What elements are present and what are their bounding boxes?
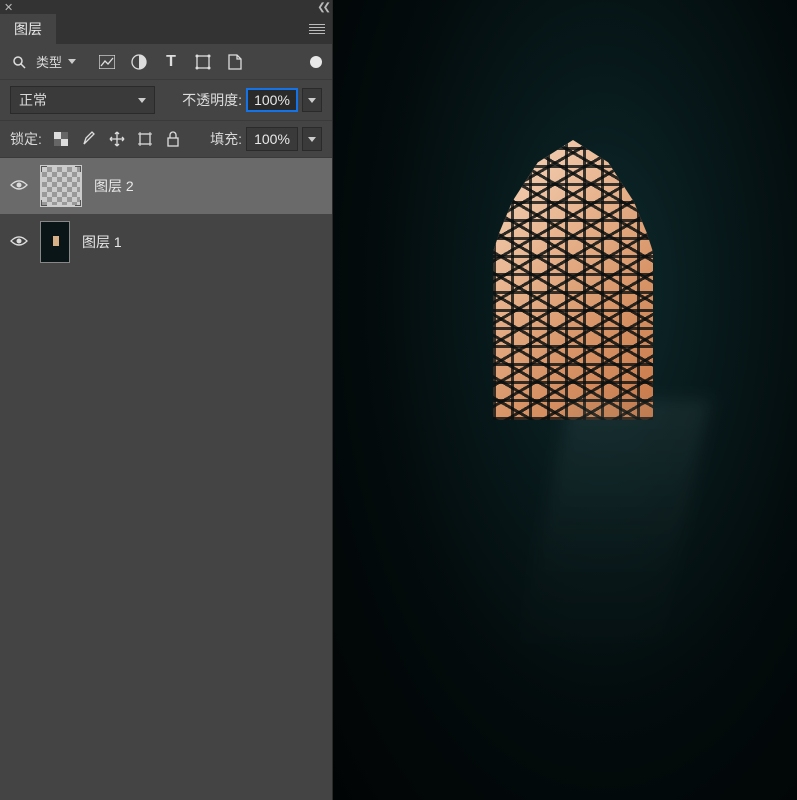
- filter-shape-icon[interactable]: [194, 53, 212, 71]
- layer-item[interactable]: 图层 1: [0, 214, 332, 270]
- layer-thumbnail[interactable]: [40, 221, 70, 263]
- filter-row: 类型 T: [0, 44, 332, 80]
- tab-layers[interactable]: 图层: [0, 14, 56, 44]
- search-icon: [10, 53, 28, 71]
- panel-tabs: 图层: [0, 14, 332, 44]
- layers-panel: ✕ ❮❮ 图层 类型: [0, 0, 333, 800]
- opacity-input[interactable]: [246, 88, 298, 112]
- menu-icon: [309, 24, 325, 34]
- lock-paint-icon[interactable]: [80, 130, 98, 148]
- canvas-area[interactable]: [333, 0, 797, 800]
- canvas-content: [493, 140, 653, 420]
- opacity-label: 不透明度:: [182, 90, 242, 110]
- panel-topbar: ✕ ❮❮: [0, 0, 332, 14]
- filter-pixel-icon[interactable]: [98, 53, 116, 71]
- opacity-dropdown-button[interactable]: [302, 88, 322, 112]
- blend-mode-select[interactable]: 正常: [10, 86, 155, 114]
- lock-row: 锁定:: [0, 121, 332, 158]
- canvas-content: [515, 400, 710, 660]
- visibility-toggle-icon[interactable]: [10, 179, 28, 194]
- blend-row: 正常 不透明度:: [0, 80, 332, 121]
- layers-list: 图层 2 图层 1: [0, 158, 332, 800]
- collapse-icon[interactable]: ❮❮: [317, 2, 328, 13]
- lock-artboard-icon[interactable]: [136, 130, 154, 148]
- chevron-down-icon: [68, 59, 76, 64]
- lock-position-icon[interactable]: [108, 130, 126, 148]
- filter-adjustment-icon[interactable]: [130, 53, 148, 71]
- fill-dropdown-button[interactable]: [302, 127, 322, 151]
- layer-name[interactable]: 图层 1: [82, 232, 122, 252]
- chevron-down-icon: [308, 98, 316, 103]
- close-icon[interactable]: ✕: [4, 1, 13, 14]
- fill-label: 填充:: [210, 129, 242, 149]
- visibility-toggle-icon[interactable]: [10, 235, 28, 250]
- filter-type-select[interactable]: 类型: [36, 52, 82, 71]
- lock-all-icon[interactable]: [164, 130, 182, 148]
- panel-menu-button[interactable]: [302, 14, 332, 44]
- filter-smartobject-icon[interactable]: [226, 53, 244, 71]
- layer-thumbnail[interactable]: [40, 165, 82, 207]
- filter-toggle-icon[interactable]: [310, 56, 322, 68]
- layer-item[interactable]: 图层 2: [0, 158, 332, 214]
- chevron-down-icon: [308, 137, 316, 142]
- filter-type-text-icon[interactable]: T: [162, 53, 180, 71]
- fill-input[interactable]: [246, 127, 298, 151]
- chevron-down-icon: [138, 98, 146, 103]
- lock-transparency-icon[interactable]: [52, 130, 70, 148]
- lock-label: 锁定:: [10, 129, 42, 149]
- blend-mode-value: 正常: [19, 90, 47, 110]
- layer-name[interactable]: 图层 2: [94, 176, 134, 196]
- filter-type-label: 类型: [36, 52, 62, 71]
